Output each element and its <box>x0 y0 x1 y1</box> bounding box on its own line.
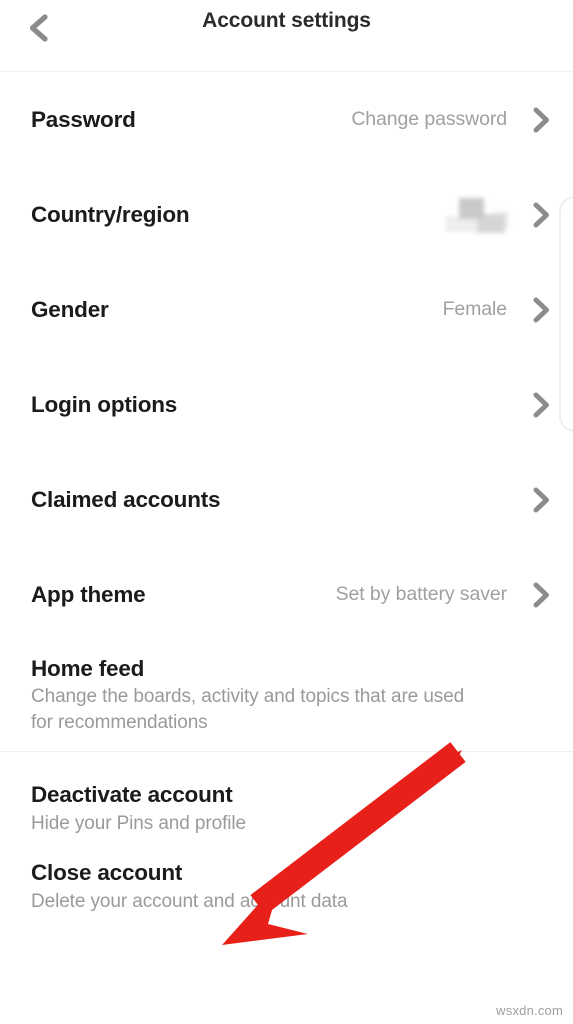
row-title: Close account <box>31 860 183 886</box>
chevron-right-icon[interactable] <box>529 487 555 513</box>
row-main: Close account Delete your account and ac… <box>31 860 555 914</box>
settings-row-app-theme[interactable]: App theme Set by battery saver <box>0 547 573 642</box>
row-title: Password <box>31 106 136 132</box>
row-main: Deactivate account Hide your Pins and pr… <box>31 782 555 836</box>
row-main: Password <box>31 107 351 132</box>
row-main: Home feed Change the boards, activity an… <box>31 656 555 735</box>
row-main: Country/region <box>31 202 445 227</box>
row-title: Gender <box>31 296 109 322</box>
row-title: Login options <box>31 391 178 417</box>
row-main: Claimed accounts <box>31 487 507 512</box>
settings-row-login-options[interactable]: Login options <box>0 357 573 452</box>
chevron-right-icon[interactable] <box>529 582 555 608</box>
settings-row-deactivate-account[interactable]: Deactivate account Hide your Pins and pr… <box>0 752 573 844</box>
chevron-right-icon[interactable] <box>529 297 555 323</box>
row-title: Deactivate account <box>31 782 233 808</box>
site-watermark: wsxdn.com <box>496 1003 563 1018</box>
settings-row-password[interactable]: Password Change password <box>0 72 573 167</box>
settings-list: Password Change password Country/region <box>0 72 573 924</box>
app-header: Account settings <box>0 0 573 72</box>
row-description: Delete your account and account data <box>31 890 348 912</box>
row-description: Hide your Pins and profile <box>31 812 246 834</box>
row-value: Set by battery saver <box>335 583 508 605</box>
row-title: Home feed <box>31 656 145 681</box>
account-settings-screen: Account settings Password Change passwor… <box>0 0 573 1024</box>
settings-row-claimed-accounts[interactable]: Claimed accounts <box>0 452 573 547</box>
row-main: Gender <box>31 297 443 322</box>
redacted-value-block <box>445 196 509 234</box>
row-value: Change password <box>351 108 507 130</box>
row-main: Login options <box>31 392 507 417</box>
settings-row-close-account[interactable]: Close account Delete your account and ac… <box>0 844 573 924</box>
row-main: App theme <box>31 582 336 607</box>
settings-row-gender[interactable]: Gender Female <box>0 262 573 357</box>
settings-row-country-region[interactable]: Country/region <box>0 167 573 262</box>
chevron-right-icon[interactable] <box>529 202 555 228</box>
row-title: Claimed accounts <box>31 486 221 512</box>
row-value: Female <box>442 298 508 320</box>
chevron-right-icon[interactable] <box>529 107 555 133</box>
row-title: Country/region <box>31 201 190 227</box>
settings-row-home-feed[interactable]: Home feed Change the boards, activity an… <box>0 642 573 735</box>
page-title: Account settings <box>202 9 371 32</box>
row-description: Change the boards, activity and topics t… <box>31 686 465 733</box>
chevron-right-icon[interactable] <box>529 392 555 418</box>
row-title: App theme <box>31 581 146 607</box>
